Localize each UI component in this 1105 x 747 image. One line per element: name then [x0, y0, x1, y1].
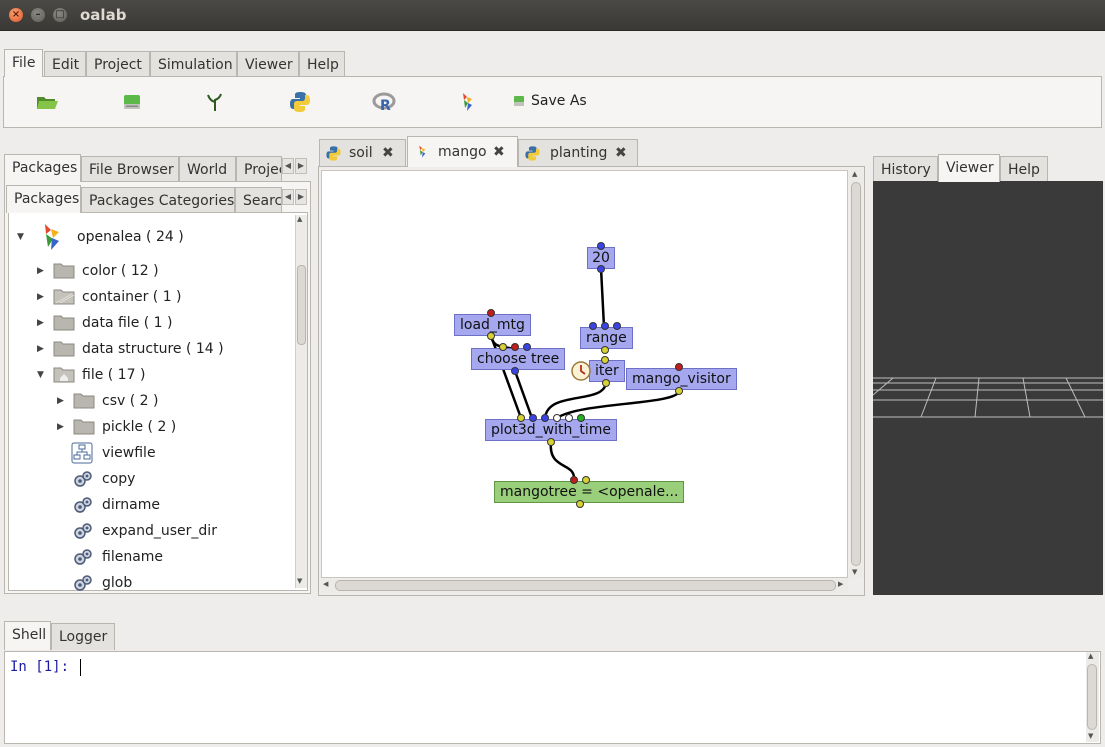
port-input[interactable] [529, 414, 537, 422]
3d-viewer[interactable] [873, 181, 1103, 595]
port-input[interactable] [487, 309, 495, 317]
scroll-left-icon[interactable]: ◀ [323, 580, 328, 588]
tab-history[interactable]: History [873, 156, 938, 183]
port-output[interactable] [511, 367, 519, 375]
tab-help[interactable]: Help [1000, 156, 1048, 183]
ribbon-tab-file[interactable]: File [4, 49, 44, 77]
port-input[interactable] [601, 322, 609, 330]
port-input[interactable] [565, 414, 573, 422]
subtab-packages[interactable]: Packages [6, 185, 81, 213]
text-cursor [80, 659, 81, 676]
port-input[interactable] [582, 476, 590, 484]
tab-viewer[interactable]: Viewer [938, 154, 1000, 182]
shell-console[interactable] [4, 651, 1101, 744]
port-input[interactable] [613, 322, 621, 330]
port-input[interactable] [541, 414, 549, 422]
port-input[interactable] [577, 414, 585, 422]
port-output[interactable] [602, 379, 610, 387]
port-input[interactable] [597, 242, 605, 250]
shell-prompt: In [1]: [10, 659, 70, 675]
port-output[interactable] [576, 500, 584, 508]
scroll-thumb[interactable] [851, 182, 861, 566]
port-input[interactable] [517, 414, 525, 422]
scroll-down-icon[interactable]: ▼ [852, 568, 857, 576]
tab-logger[interactable]: Logger [51, 623, 115, 650]
scroll-thumb[interactable] [335, 580, 836, 591]
port-input[interactable] [570, 476, 578, 484]
node-mango-visitor[interactable]: mango_visitor [626, 368, 737, 390]
canvas-horizontal-scrollbar[interactable]: ◀ ▶ [321, 579, 848, 593]
shell-scrollbar[interactable]: ▲ ▼ [1086, 652, 1099, 742]
scroll-down-icon[interactable]: ▼ [1088, 732, 1093, 740]
port-input[interactable] [523, 343, 531, 351]
port-output[interactable] [547, 438, 555, 446]
scroll-right-icon[interactable]: ▶ [838, 580, 843, 588]
tab-shell[interactable]: Shell [4, 621, 51, 650]
scroll-thumb[interactable] [1087, 664, 1097, 730]
port-input[interactable] [589, 322, 597, 330]
node-choose-tree[interactable]: choose tree [471, 348, 566, 370]
canvas-vertical-scrollbar[interactable]: ▲ ▼ [850, 170, 863, 578]
scroll-up-icon[interactable]: ▲ [1088, 652, 1093, 660]
port-input[interactable] [675, 363, 683, 371]
port-input[interactable] [499, 343, 507, 351]
port-output[interactable] [601, 346, 609, 354]
close-tab-icon[interactable]: ✖ [493, 139, 505, 165]
port-input[interactable] [511, 343, 519, 351]
port-output[interactable] [675, 387, 683, 395]
port-output[interactable] [597, 265, 605, 273]
openalea-icon [419, 145, 426, 158]
tab-packages[interactable]: Packages [4, 154, 81, 182]
scroll-up-icon[interactable]: ▲ [852, 170, 857, 178]
port-input[interactable] [601, 356, 609, 364]
clock-icon [571, 361, 591, 381]
port-input[interactable] [553, 414, 561, 422]
port-output[interactable] [487, 332, 495, 340]
node-mangotree[interactable]: mangotree = <openale... [494, 481, 685, 503]
editor-tab-mango[interactable]: mango ✖ [407, 136, 518, 167]
